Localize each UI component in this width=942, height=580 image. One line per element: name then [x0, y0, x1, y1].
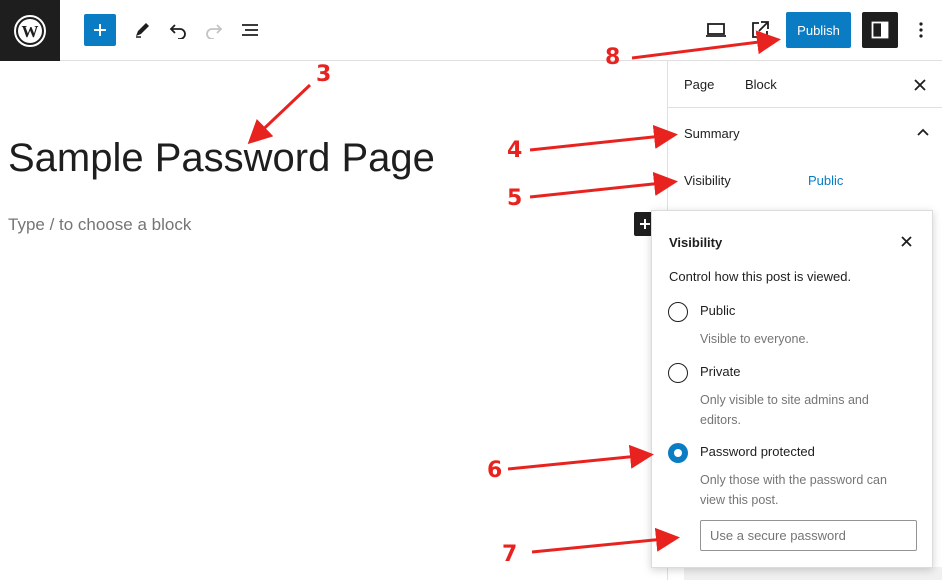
popover-title: Visibility [669, 235, 723, 250]
undo-icon[interactable] [162, 14, 194, 46]
annotation-label-6: 6 [487, 458, 503, 483]
annotation-arrow-5 [529, 171, 678, 199]
summary-label: Summary [684, 125, 740, 141]
chevron-up-icon [916, 125, 930, 140]
annotation-label-4: 4 [507, 138, 523, 163]
annotation-label-5: 5 [507, 186, 523, 211]
annotation-label-7: 7 [502, 542, 518, 567]
annotation-label-3: 3 [316, 62, 332, 87]
option-label: Password protected [700, 444, 815, 459]
sidebar-icon[interactable] [862, 12, 898, 48]
sidebar-lower-area [684, 567, 942, 580]
option-help: Visible to everyone. [700, 332, 809, 346]
pencil-icon[interactable] [126, 14, 158, 46]
desktop-preview-icon[interactable] [700, 14, 732, 46]
option-help: Only those with the password can view th… [700, 473, 887, 507]
radio-public[interactable] [668, 302, 688, 322]
publish-button[interactable]: Publish [786, 12, 851, 48]
tab-page[interactable]: Page [684, 61, 714, 108]
svg-text:W: W [22, 22, 39, 41]
option-help: Only visible to site admins and editors. [700, 393, 869, 427]
block-placeholder[interactable]: Type / to choose a block [8, 215, 191, 235]
visibility-popover: Visibility Control how this post is view… [651, 210, 933, 568]
radio-private[interactable] [668, 363, 688, 383]
close-icon[interactable] [910, 75, 930, 95]
more-vertical-icon[interactable] [905, 14, 937, 46]
option-label: Private [700, 364, 741, 379]
sidebar-tabs: Page Block [668, 61, 942, 108]
page-title[interactable]: Sample Password Page [8, 136, 435, 181]
annotation-arrow-6 [507, 444, 654, 471]
close-icon[interactable] [898, 233, 914, 249]
summary-panel-toggle[interactable]: Summary [668, 109, 942, 157]
visibility-label: Visibility [684, 173, 731, 188]
top-toolbar: W Publish [0, 0, 942, 61]
redo-icon[interactable] [198, 14, 230, 46]
annotation-label-8: 8 [605, 45, 621, 70]
external-link-icon[interactable] [744, 14, 776, 46]
annotation-arrow-3 [247, 83, 312, 145]
popover-description: Control how this post is viewed. [669, 269, 852, 284]
visibility-toggle-link[interactable]: Public [808, 173, 843, 188]
radio-password-protected[interactable] [668, 443, 688, 463]
password-field[interactable] [700, 520, 917, 551]
annotation-arrow-4 [529, 124, 678, 152]
tab-block[interactable]: Block [745, 61, 777, 108]
plus-icon[interactable] [84, 14, 116, 46]
list-view-icon[interactable] [234, 14, 266, 46]
wordpress-logo-icon[interactable]: W [0, 0, 60, 61]
option-label: Public [700, 303, 736, 318]
